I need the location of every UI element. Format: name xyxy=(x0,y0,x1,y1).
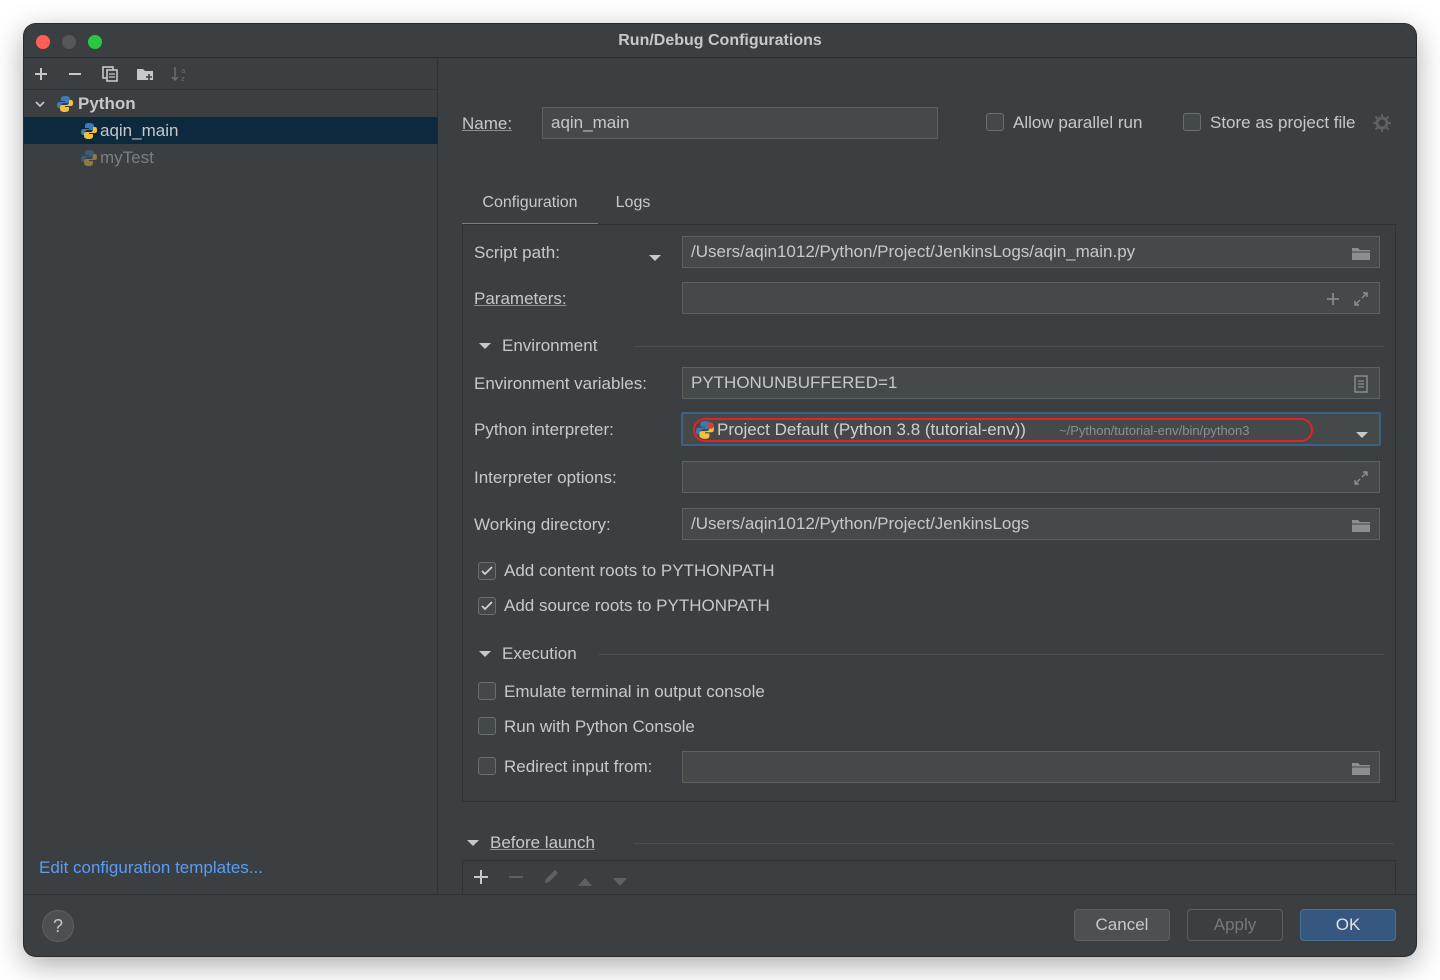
add-macro-icon[interactable] xyxy=(1323,289,1343,309)
tree-group-python[interactable]: Python xyxy=(24,90,438,117)
run-python-console-label: Run with Python Console xyxy=(504,717,695,736)
interpreter-label: Python interpreter: xyxy=(474,420,614,439)
edit-templates-link[interactable]: Edit configuration templates... xyxy=(39,858,263,878)
interp-options-field[interactable] xyxy=(682,461,1380,493)
execution-section-toggle[interactable]: Execution xyxy=(478,644,577,664)
script-path-value: /Users/aqin1012/Python/Project/JenkinsLo… xyxy=(691,242,1136,261)
before-launch-toolbar xyxy=(462,860,1396,894)
workdir-value: /Users/aqin1012/Python/Project/JenkinsLo… xyxy=(691,514,1030,533)
add-content-roots-checkbox[interactable] xyxy=(478,562,496,580)
checkmark-icon xyxy=(481,601,493,611)
allow-parallel-checkbox[interactable] xyxy=(986,113,1004,131)
env-vars-label: Environment variables: xyxy=(474,374,647,393)
help-button[interactable]: ? xyxy=(42,910,74,942)
workdir-field[interactable]: /Users/aqin1012/Python/Project/JenkinsLo… xyxy=(682,508,1380,540)
config-tree-panel: az Python aqin_main myTest Edit configur… xyxy=(24,58,438,894)
cancel-button[interactable]: Cancel xyxy=(1074,909,1170,941)
environment-section-label: Environment xyxy=(502,336,598,355)
script-path-field[interactable]: /Users/aqin1012/Python/Project/JenkinsLo… xyxy=(682,236,1380,268)
tree-toolbar: az xyxy=(24,58,438,90)
redirect-input-checkbox[interactable] xyxy=(478,757,496,775)
add-content-roots-label: Add content roots to PYTHONPATH xyxy=(504,561,775,580)
chevron-down-icon xyxy=(479,343,491,349)
redirect-input-field[interactable] xyxy=(682,751,1380,783)
interpreter-combobox[interactable]: Project Default (Python 3.8 (tutorial-en… xyxy=(681,412,1381,446)
remove-icon[interactable] xyxy=(508,869,524,890)
move-up-icon[interactable] xyxy=(577,872,593,892)
tree-item-mytest[interactable]: myTest xyxy=(24,144,438,171)
chevron-down-icon[interactable] xyxy=(1355,425,1369,445)
svg-text:z: z xyxy=(181,75,185,83)
tab-configuration[interactable]: Configuration xyxy=(462,186,598,226)
run-debug-dialog: Run/Debug Configurations az Python aqin_… xyxy=(24,24,1416,956)
execution-section-label: Execution xyxy=(502,644,577,663)
env-vars-field[interactable]: PYTHONUNBUFFERED=1 xyxy=(682,367,1380,399)
title-bar: Run/Debug Configurations xyxy=(24,24,1416,58)
script-path-label: Script path: xyxy=(474,243,560,262)
store-project-label: Store as project file xyxy=(1210,113,1356,132)
folder-icon[interactable] xyxy=(1351,758,1371,778)
env-vars-value: PYTHONUNBUFFERED=1 xyxy=(691,373,898,392)
expand-icon[interactable] xyxy=(1351,468,1371,488)
svg-text:a: a xyxy=(181,67,185,75)
chevron-down-icon[interactable] xyxy=(34,98,48,110)
emulate-terminal-label: Emulate terminal in output console xyxy=(504,682,765,701)
ok-button[interactable]: OK xyxy=(1300,909,1396,941)
interpreter-path: ~/Python/tutorial-env/bin/python3 xyxy=(1059,423,1250,438)
gear-icon[interactable] xyxy=(1372,113,1392,138)
environment-section-toggle[interactable]: Environment xyxy=(478,336,597,356)
tree-item-label: myTest xyxy=(100,147,154,167)
python-icon xyxy=(695,420,715,440)
parameters-field[interactable] xyxy=(682,282,1380,314)
checkmark-icon xyxy=(481,566,493,576)
folder-icon[interactable] xyxy=(1351,243,1371,263)
new-folder-icon[interactable] xyxy=(134,63,156,85)
copy-icon[interactable] xyxy=(99,63,121,85)
remove-icon[interactable] xyxy=(64,63,86,85)
name-label: Name: xyxy=(462,114,513,133)
script-type-dropdown[interactable] xyxy=(648,248,662,268)
before-launch-label: Before launch xyxy=(490,833,595,852)
tab-logs[interactable]: Logs xyxy=(602,186,664,226)
redirect-input-label: Redirect input from: xyxy=(504,757,653,776)
interpreter-value: Project Default (Python 3.8 (tutorial-en… xyxy=(717,420,1026,439)
before-launch-toggle[interactable]: Before launch xyxy=(466,833,595,853)
emulate-terminal-checkbox[interactable] xyxy=(478,682,496,700)
allow-parallel-label: Allow parallel run xyxy=(1013,113,1143,132)
move-down-icon[interactable] xyxy=(612,872,628,892)
document-icon[interactable] xyxy=(1351,374,1371,394)
python-config-icon xyxy=(80,122,100,140)
python-config-icon xyxy=(80,149,100,167)
add-source-roots-checkbox[interactable] xyxy=(478,597,496,615)
section-divider xyxy=(598,654,1384,655)
name-field[interactable]: aqin_main xyxy=(542,107,938,139)
section-divider xyxy=(634,346,1384,347)
interp-options-label: Interpreter options: xyxy=(474,468,617,487)
chevron-down-icon xyxy=(479,651,491,657)
edit-icon[interactable] xyxy=(542,868,560,891)
window-title: Run/Debug Configurations xyxy=(618,32,822,49)
store-project-checkbox[interactable] xyxy=(1183,113,1201,131)
run-python-console-checkbox[interactable] xyxy=(478,717,496,735)
workdir-label: Working directory: xyxy=(474,515,611,534)
tree-item-label: aqin_main xyxy=(100,120,179,140)
apply-button[interactable]: Apply xyxy=(1187,909,1283,941)
parameters-label: Parameters: xyxy=(474,289,567,308)
section-divider xyxy=(634,843,1394,844)
folder-icon[interactable] xyxy=(1351,515,1371,535)
add-icon[interactable] xyxy=(30,63,52,85)
chevron-down-icon xyxy=(467,840,479,846)
tree-item-aqin-main[interactable]: aqin_main xyxy=(24,117,438,144)
config-details-panel: Name: aqin_main Allow parallel run Store… xyxy=(438,58,1416,894)
sort-icon[interactable]: az xyxy=(169,63,191,85)
add-icon[interactable] xyxy=(473,869,489,890)
expand-icon[interactable] xyxy=(1351,289,1371,309)
python-icon xyxy=(56,95,78,113)
add-source-roots-label: Add source roots to PYTHONPATH xyxy=(504,596,770,615)
tree-group-label: Python xyxy=(78,93,136,113)
